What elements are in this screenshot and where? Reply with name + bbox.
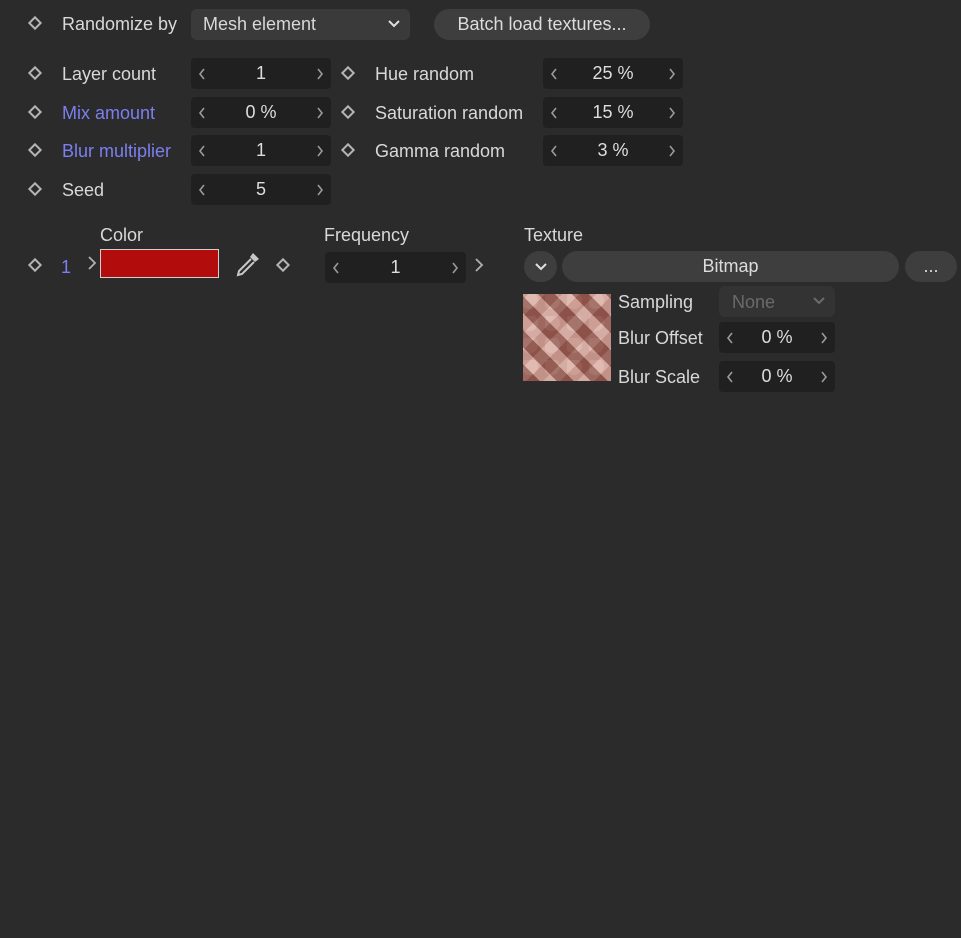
chevron-left-icon[interactable]: [327, 252, 345, 283]
batch-load-textures-button[interactable]: Batch load textures...: [434, 9, 650, 40]
blur-multiplier-label: Blur multiplier: [62, 141, 172, 161]
chevron-right-icon[interactable]: [311, 58, 329, 89]
layer-count-value[interactable]: 1: [191, 58, 331, 89]
frequency-header: Frequency: [324, 225, 410, 245]
gamma-random-stepper[interactable]: 3 %: [543, 135, 683, 166]
keyframe-icon[interactable]: [340, 142, 356, 158]
chevron-right-icon[interactable]: [311, 174, 329, 205]
layer-index: 1: [61, 257, 72, 277]
keyframe-icon[interactable]: [340, 65, 356, 81]
chevron-right-icon[interactable]: [311, 97, 329, 128]
blur-offset-label: Blur Offset: [618, 328, 703, 348]
seed-label: Seed: [62, 180, 105, 200]
chevron-left-icon[interactable]: [545, 135, 563, 166]
sampling-label: Sampling: [618, 292, 694, 312]
chevron-right-icon[interactable]: [87, 255, 97, 271]
hue-random-value[interactable]: 25 %: [543, 58, 683, 89]
seed-value[interactable]: 5: [191, 174, 331, 205]
more-options-label: ...: [923, 256, 939, 276]
saturation-random-stepper[interactable]: 15 %: [543, 97, 683, 128]
eyedropper-icon[interactable]: [233, 249, 263, 279]
layer-count-stepper[interactable]: 1: [191, 58, 331, 89]
keyframe-icon[interactable]: [27, 257, 43, 273]
chevron-right-icon[interactable]: [446, 252, 464, 283]
mix-amount-value[interactable]: 0 %: [191, 97, 331, 128]
keyframe-icon[interactable]: [27, 65, 43, 81]
gamma-random-value[interactable]: 3 %: [543, 135, 683, 166]
saturation-random-label: Saturation random: [375, 103, 524, 123]
chevron-left-icon[interactable]: [193, 135, 211, 166]
blur-multiplier-value[interactable]: 1: [191, 135, 331, 166]
chevron-left-icon[interactable]: [721, 322, 739, 353]
chevron-right-icon[interactable]: [663, 58, 681, 89]
chevron-down-icon: [535, 263, 547, 271]
keyframe-icon[interactable]: [27, 142, 43, 158]
bitmap-button[interactable]: Bitmap: [562, 251, 899, 282]
keyframe-icon[interactable]: [27, 181, 43, 197]
texture-header: Texture: [524, 225, 584, 245]
hue-random-stepper[interactable]: 25 %: [543, 58, 683, 89]
chevron-left-icon[interactable]: [721, 361, 739, 392]
chevron-left-icon[interactable]: [545, 58, 563, 89]
keyframe-icon[interactable]: [27, 15, 43, 31]
keyframe-icon[interactable]: [27, 104, 43, 120]
chevron-right-icon[interactable]: [815, 361, 833, 392]
texture-expand-button[interactable]: [524, 251, 557, 282]
randomize-by-value: Mesh element: [203, 14, 317, 34]
seed-stepper[interactable]: 5: [191, 174, 331, 205]
saturation-random-value[interactable]: 15 %: [543, 97, 683, 128]
mix-amount-stepper[interactable]: 0 %: [191, 97, 331, 128]
hue-random-label: Hue random: [375, 64, 475, 84]
chevron-right-icon[interactable]: [663, 135, 681, 166]
sampling-dropdown: None: [719, 286, 835, 317]
chevron-right-icon[interactable]: [663, 97, 681, 128]
bitmap-label: Bitmap: [702, 256, 759, 276]
keyframe-icon[interactable]: [275, 257, 291, 273]
blur-multiplier-stepper[interactable]: 1: [191, 135, 331, 166]
mix-amount-label: Mix amount: [62, 103, 156, 123]
chevron-left-icon[interactable]: [193, 97, 211, 128]
frequency-value[interactable]: 1: [325, 252, 466, 283]
layer-count-label: Layer count: [62, 64, 157, 84]
more-options-button[interactable]: ...: [905, 251, 957, 282]
gamma-random-label: Gamma random: [375, 141, 506, 161]
blur-scale-label: Blur Scale: [618, 367, 701, 387]
blur-offset-stepper[interactable]: 0 %: [719, 322, 835, 353]
keyframe-icon[interactable]: [340, 104, 356, 120]
randomize-by-label: Randomize by: [62, 14, 178, 34]
chevron-right-icon[interactable]: [311, 135, 329, 166]
batch-load-textures-label: Batch load textures...: [457, 14, 627, 34]
blur-scale-stepper[interactable]: 0 %: [719, 361, 835, 392]
randomize-by-dropdown[interactable]: Mesh element: [191, 9, 410, 40]
color-swatch[interactable]: [100, 249, 219, 278]
chevron-right-icon[interactable]: [474, 257, 484, 273]
chevron-left-icon[interactable]: [193, 174, 211, 205]
sampling-value: None: [732, 292, 776, 312]
chevron-down-icon: [388, 20, 400, 28]
chevron-right-icon[interactable]: [815, 322, 833, 353]
texture-thumbnail[interactable]: [523, 294, 611, 381]
chevron-left-icon[interactable]: [545, 97, 563, 128]
chevron-left-icon[interactable]: [193, 58, 211, 89]
color-header: Color: [100, 225, 144, 245]
frequency-stepper[interactable]: 1: [325, 252, 466, 283]
chevron-down-icon: [813, 297, 825, 305]
